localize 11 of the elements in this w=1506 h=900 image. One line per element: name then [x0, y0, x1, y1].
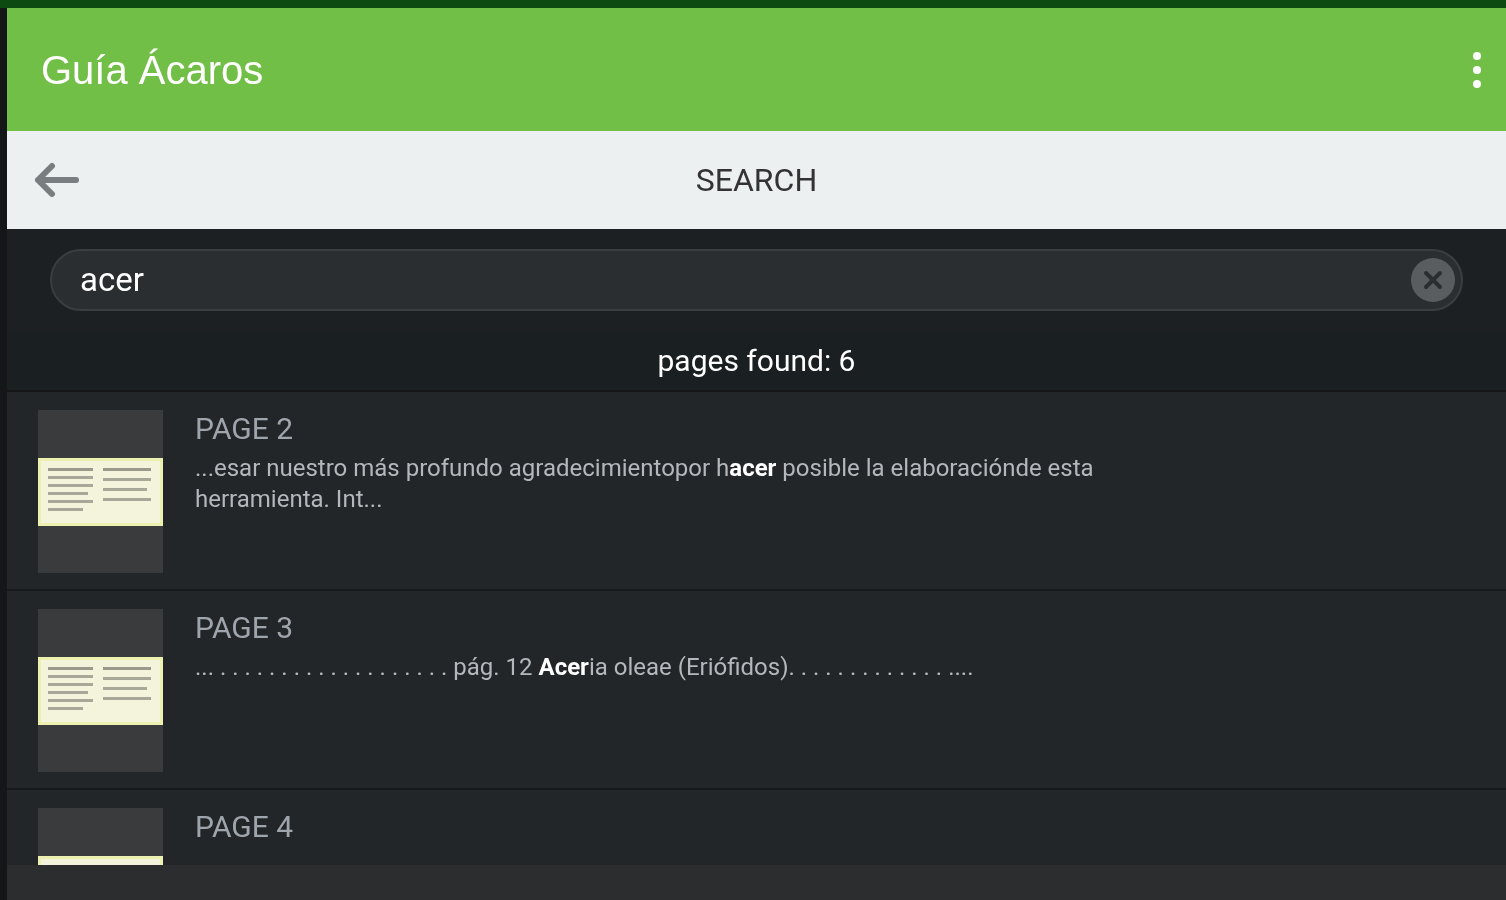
search-field[interactable]: acer	[50, 248, 1463, 311]
result-item[interactable]: PAGE 2 ...esar nuestro más profundo agradecimientopor hacer posible la elaboraciónde esta herramienta. Int...	[7, 392, 1506, 591]
page-label: PAGE 4	[195, 808, 295, 846]
page-label: PAGE 2	[195, 410, 295, 448]
results-count: pages found: 6	[657, 341, 856, 380]
toolbar-title: SEARCH	[695, 160, 818, 201]
result-snippet: ...esar nuestro más profundo agradecimientopor hacer posible la elaboraciónde esta herramienta. Int...	[195, 453, 1095, 515]
page-label: PAGE 3	[195, 609, 295, 647]
result-snippet: ... . . . . . . . . . . . . . . . . . . . pág. 12 Aceria oleae (Eriófidos). . . . . . . . . . . . . ....	[195, 652, 975, 683]
result-item[interactable]: PAGE 3 ... . . . . . . . . . . . . . . . . . . . pág. 12 Aceria oleae (Eriófidos). . . . . . . . . . . . . ....	[7, 591, 1506, 790]
app-title: Guía Ácaros	[41, 46, 264, 94]
